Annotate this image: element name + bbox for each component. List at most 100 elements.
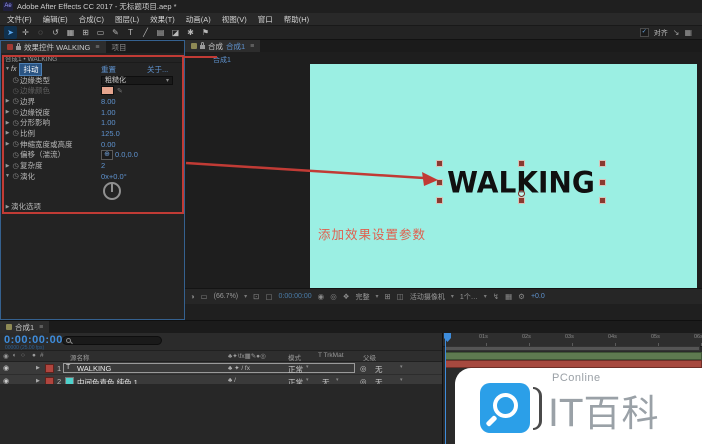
resolution-select[interactable]: 完整	[355, 292, 369, 302]
param-value[interactable]: 1.00	[101, 108, 116, 117]
layer-expander-icon[interactable]: ▶	[36, 365, 40, 371]
blend-mode-select[interactable]: 正常	[288, 364, 303, 375]
resize-icon[interactable]: ↘	[673, 28, 680, 37]
menu-item-window[interactable]: 窗口	[258, 14, 273, 25]
label-color-chip[interactable]	[45, 364, 54, 373]
menu-item-file[interactable]: 文件(F)	[7, 14, 32, 25]
eye-icon[interactable]: ◉	[3, 364, 9, 372]
clone-stamp-tool[interactable]: ▤	[154, 26, 167, 39]
view-layout-select[interactable]: 1个…	[460, 292, 478, 302]
stopwatch-icon[interactable]: ◷	[11, 151, 20, 159]
comp-flowchart-icon[interactable]: ⚙	[518, 292, 525, 301]
hand-tool[interactable]: ✛	[19, 26, 32, 39]
selection-handle[interactable]	[436, 160, 443, 167]
param-value[interactable]: 125.0	[101, 129, 120, 138]
selection-handle[interactable]	[599, 179, 606, 186]
exposure-value[interactable]: +0.0	[531, 293, 545, 300]
menu-item-effect[interactable]: 效果(T)	[150, 14, 175, 25]
menu-item-help[interactable]: 帮助(H)	[284, 14, 309, 25]
stopwatch-icon[interactable]: ◷	[11, 76, 20, 84]
selection-handle[interactable]	[518, 197, 525, 204]
source-name-column[interactable]: 源名称	[70, 352, 90, 362]
time-ruler[interactable]: 01s 02s 03s 04s 05s 06s	[443, 333, 702, 347]
layer-2-duration-bar[interactable]	[445, 360, 702, 368]
puppet-pin-tool[interactable]: ⚑	[199, 26, 212, 39]
layer-row-1[interactable]: ◉ ▶ 1 T WALKING ♣ ✦ / fx 正常 ▾ ◎ 无 ▾	[0, 362, 442, 375]
text-layer-selection[interactable]: WALKING	[440, 164, 602, 200]
workspace-icon[interactable]: ▦	[684, 28, 692, 37]
comp-navigator[interactable]: 合成1	[213, 55, 231, 65]
playhead-line[interactable]	[445, 333, 446, 444]
zoom-level[interactable]: (66.7%)	[214, 293, 239, 300]
layer-switches[interactable]: ♣ ✦ / fx	[228, 364, 250, 372]
selection-handle[interactable]	[599, 160, 606, 167]
trkmat-column[interactable]: T TrkMat	[318, 352, 344, 359]
selection-handle[interactable]	[599, 197, 606, 204]
camera-tool[interactable]: ▦	[64, 26, 77, 39]
snapshot-icon[interactable]: ◉	[318, 292, 325, 301]
param-value[interactable]: 0.0,0.0	[115, 150, 138, 159]
evolution-dial[interactable]	[103, 182, 121, 200]
expander-icon[interactable]: ▶	[4, 120, 11, 126]
stopwatch-icon[interactable]: ◷	[11, 162, 20, 170]
selection-handle[interactable]	[436, 197, 443, 204]
layer-switches[interactable]: ♣ /	[228, 377, 236, 384]
tab-effect-controls[interactable]: 效果控件 WALKING ≡	[1, 41, 106, 53]
menu-item-edit[interactable]: 编辑(E)	[43, 14, 68, 25]
snap-checkbox[interactable]: ✓	[640, 28, 649, 37]
mode-column[interactable]: 模式	[288, 352, 301, 362]
show-snapshot-icon[interactable]: ◎	[330, 292, 337, 301]
mask-visibility-icon[interactable]: ▢	[265, 292, 272, 301]
expander-icon[interactable]: ▶	[4, 98, 11, 104]
transparency-grid-icon[interactable]: ◫	[397, 292, 404, 301]
parent-select[interactable]: 无	[375, 364, 383, 375]
expander-icon[interactable]: ▼	[4, 173, 11, 179]
stopwatch-icon[interactable]: ◷	[11, 129, 20, 137]
rotation-tool[interactable]: ↺	[49, 26, 62, 39]
stopwatch-icon[interactable]: ◷	[11, 108, 20, 116]
region-of-interest-icon[interactable]: ⊞	[384, 292, 390, 301]
pen-tool[interactable]: ✎	[109, 26, 122, 39]
expander-icon[interactable]: ▶	[4, 141, 11, 147]
type-tool[interactable]: T	[124, 26, 137, 39]
layer-name[interactable]: WALKING	[77, 364, 111, 373]
brush-tool[interactable]: ╱	[139, 26, 152, 39]
menu-item-layer[interactable]: 图层(L)	[115, 14, 139, 25]
magnification-icon[interactable]: ◑	[190, 292, 195, 301]
menu-item-animation[interactable]: 动画(A)	[186, 14, 211, 25]
expander-icon[interactable]: ▶	[4, 163, 11, 169]
fx-icon[interactable]: fx	[11, 66, 16, 73]
work-area-bar[interactable]	[445, 346, 700, 351]
about-link[interactable]: 关于...	[147, 64, 168, 75]
expander-icon[interactable]: ▶	[4, 109, 11, 115]
point-picker-icon[interactable]: ⊕	[101, 150, 113, 160]
expander-icon[interactable]: ▶	[4, 130, 11, 136]
panel-menu-icon[interactable]: ≡	[95, 44, 99, 51]
param-value[interactable]: 8.00	[101, 97, 116, 106]
tab-project[interactable]: 项目	[106, 41, 133, 53]
lock-icon[interactable]	[200, 45, 205, 49]
menu-item-composition[interactable]: 合成(C)	[79, 14, 104, 25]
pan-behind-tool[interactable]: ⊞	[79, 26, 92, 39]
screen-mode-icon[interactable]: ▭	[201, 292, 208, 301]
composition-canvas[interactable]: WALKING 添加效果设置参数	[310, 64, 697, 301]
roto-brush-tool[interactable]: ✱	[184, 26, 197, 39]
selection-handle[interactable]	[518, 160, 525, 167]
active-camera-select[interactable]: 活动摄像机	[410, 292, 445, 302]
stopwatch-icon[interactable]: ◷	[11, 140, 20, 148]
param-value[interactable]: 0x+0.0°	[101, 172, 127, 181]
param-value[interactable]: 1.00	[101, 118, 116, 127]
viewer-timecode[interactable]: 0:00:00:00	[279, 293, 312, 300]
stopwatch-icon[interactable]: ◷	[11, 172, 20, 180]
expander-icon[interactable]: ▶	[4, 204, 11, 210]
zoom-tool[interactable]: ◌	[34, 26, 47, 39]
tab-timeline-comp[interactable]: 合成1 ≡	[0, 321, 49, 333]
reset-link[interactable]: 重置	[101, 64, 116, 75]
panel-menu-icon[interactable]: ≡	[39, 324, 43, 331]
timeline-search-input[interactable]	[62, 336, 162, 345]
param-value[interactable]: 0.00	[101, 140, 116, 149]
eyedropper-icon[interactable]: ✎	[117, 87, 123, 95]
lock-icon[interactable]	[16, 46, 21, 50]
stopwatch-icon[interactable]: ◷	[11, 97, 20, 105]
shape-tool[interactable]: ▭	[94, 26, 107, 39]
